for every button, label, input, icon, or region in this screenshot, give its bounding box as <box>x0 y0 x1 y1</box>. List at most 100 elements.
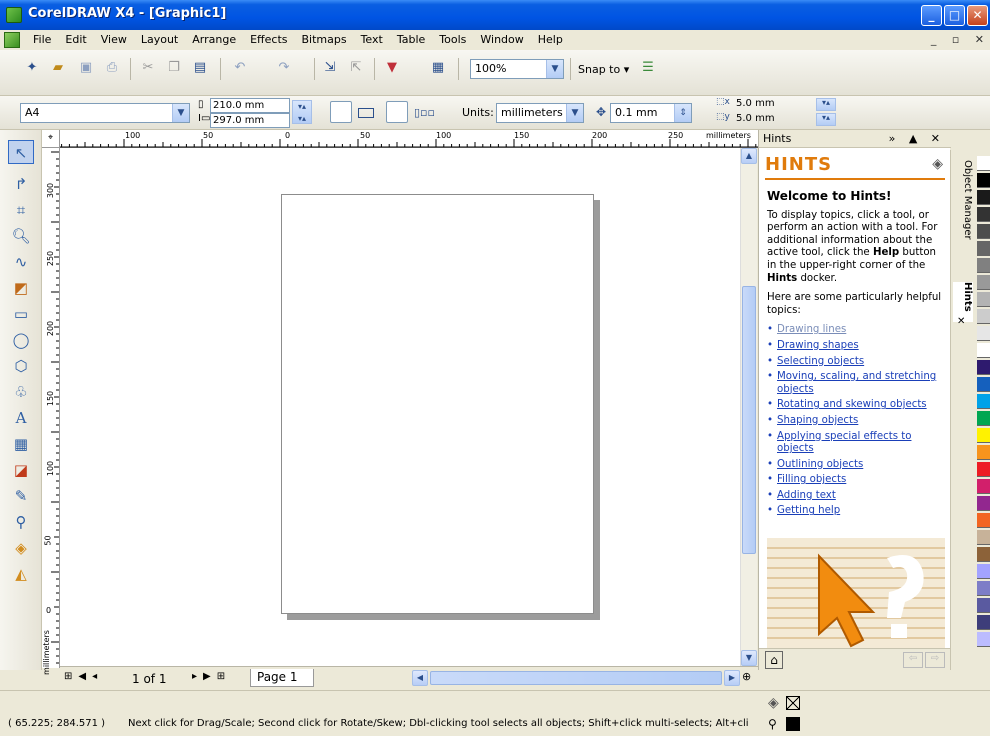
polygon-tool-icon[interactable]: ⬡ <box>8 354 34 378</box>
interactive-blend-tool-icon[interactable]: ◪ <box>8 458 34 482</box>
color-swatch[interactable] <box>977 564 990 579</box>
chevron-down-icon[interactable]: ▼ <box>172 104 189 122</box>
menu-window[interactable]: Window <box>473 33 530 46</box>
rectangle-tool-icon[interactable]: ▭ <box>8 302 34 326</box>
nudge-distance-field[interactable]: 0.1 mm ⇕ <box>610 103 692 123</box>
print-icon[interactable]: ⎙ <box>104 60 120 76</box>
color-swatch[interactable] <box>977 156 990 171</box>
topic-link[interactable]: Filling objects <box>767 474 945 487</box>
basic-shapes-tool-icon[interactable]: ♧ <box>8 380 34 404</box>
eyedropper-tool-icon[interactable]: ✎ <box>8 484 34 508</box>
topic-link[interactable]: Selecting objects <box>767 356 945 369</box>
vertical-scrollbar[interactable]: ▲ ▼ <box>740 148 757 666</box>
color-swatch[interactable] <box>977 360 990 375</box>
topic-link[interactable]: Outlining objects <box>767 459 945 472</box>
home-icon[interactable]: ⌂ <box>765 651 783 669</box>
topic-link[interactable]: Drawing lines <box>767 324 945 337</box>
menu-edit[interactable]: Edit <box>58 33 93 46</box>
zoom-navigator-icon[interactable]: ⊕ <box>742 670 751 683</box>
duplicate-distance-x[interactable]: 5.0 mm <box>734 97 814 112</box>
color-swatch[interactable] <box>977 258 990 273</box>
color-swatch[interactable] <box>977 173 990 188</box>
color-swatch[interactable] <box>977 530 990 545</box>
scroll-up-button[interactable]: ▲ <box>741 148 757 164</box>
menu-file[interactable]: File <box>26 33 58 46</box>
color-swatch[interactable] <box>977 581 990 596</box>
paste-icon[interactable]: ▤ <box>192 60 208 76</box>
import-icon[interactable]: ⇲ <box>322 60 338 76</box>
ruler-origin[interactable]: ⌖ <box>42 130 60 148</box>
next-last-page-buttons[interactable]: ▸▶⊞ <box>192 671 231 682</box>
menu-tools[interactable]: Tools <box>432 33 473 46</box>
close-tab-icon[interactable]: ✕ <box>957 316 965 327</box>
topic-link[interactable]: Getting help <box>767 505 945 518</box>
first-prev-page-buttons[interactable]: ⊞◀◂ <box>64 671 103 682</box>
landscape-icon[interactable] <box>358 108 374 118</box>
menu-bitmaps[interactable]: Bitmaps <box>294 33 353 46</box>
menu-table[interactable]: Table <box>390 33 432 46</box>
vertical-ruler[interactable]: 300 250 200 150 100 50 0 millimeters <box>42 148 60 675</box>
table-tool-icon[interactable]: ▦ <box>8 432 34 456</box>
horizontal-scroll-thumb[interactable] <box>430 671 722 685</box>
minimize-button[interactable]: _ <box>921 5 942 26</box>
duplicate-x-spinner[interactable]: ▾▴ <box>816 98 836 111</box>
topic-link[interactable]: Moving, scaling, and stretching objects <box>767 371 945 396</box>
page-height-field[interactable]: 297.0 mm <box>210 113 290 128</box>
redo-icon[interactable]: ↷ <box>276 60 292 76</box>
outline-indicator-icon[interactable]: ⚲ <box>768 717 777 731</box>
shape-tool-icon[interactable]: ↱ <box>8 172 34 196</box>
snap-to-button[interactable]: Snap to ▾ <box>578 63 629 76</box>
crop-tool-icon[interactable]: ⌗ <box>8 198 34 222</box>
spinner-icon[interactable]: ⇕ <box>674 104 691 122</box>
page-tab[interactable]: Page 1 <box>250 669 314 687</box>
portrait-button[interactable] <box>330 101 352 123</box>
back-icon[interactable]: ⇦ <box>903 652 923 668</box>
outline-color-swatch[interactable] <box>786 717 800 731</box>
no-fill-swatch[interactable] <box>786 696 800 710</box>
smart-fill-tool-icon[interactable]: ◩ <box>8 276 34 300</box>
color-swatch[interactable] <box>977 394 990 409</box>
color-swatch[interactable] <box>977 496 990 511</box>
topic-link[interactable]: Adding text <box>767 490 945 503</box>
zoom-level-select[interactable]: 100% ▼ <box>470 59 564 79</box>
all-pages-button[interactable] <box>386 101 408 123</box>
color-swatch[interactable] <box>977 445 990 460</box>
color-swatch[interactable] <box>977 224 990 239</box>
color-swatch[interactable] <box>977 598 990 613</box>
application-launcher-icon[interactable]: ▼ <box>384 60 400 76</box>
topic-link[interactable]: Drawing shapes <box>767 340 945 353</box>
options-icon[interactable]: ☰ <box>640 60 656 76</box>
color-swatch[interactable] <box>977 377 990 392</box>
open-folder-icon[interactable]: ▰ <box>50 60 66 76</box>
color-swatch[interactable] <box>977 275 990 290</box>
scroll-right-button[interactable]: ▶ <box>724 670 740 686</box>
color-swatch[interactable] <box>977 615 990 630</box>
save-icon[interactable]: ▣ <box>78 60 94 76</box>
object-manager-tab[interactable]: Object Manager <box>953 160 973 260</box>
new-document-icon[interactable]: ✦ <box>24 60 40 76</box>
color-swatch[interactable] <box>977 428 990 443</box>
scroll-left-button[interactable]: ◀ <box>412 670 428 686</box>
topic-link[interactable]: Rotating and skewing objects <box>767 399 945 412</box>
close-button[interactable]: ✕ <box>967 5 988 26</box>
color-swatch[interactable] <box>977 241 990 256</box>
freehand-tool-icon[interactable]: ∿ <box>8 250 34 274</box>
scroll-thumb[interactable] <box>742 286 756 554</box>
document-icon[interactable] <box>4 32 20 48</box>
undo-icon[interactable]: ↶ <box>232 60 248 76</box>
color-swatch[interactable] <box>977 207 990 222</box>
text-tool-icon[interactable]: A <box>8 406 34 430</box>
color-swatch[interactable] <box>977 479 990 494</box>
page-size-spinner[interactable]: ▾▴ ▾▴ <box>292 100 312 124</box>
color-swatch[interactable] <box>977 326 990 341</box>
menu-effects[interactable]: Effects <box>243 33 294 46</box>
fill-tool-icon[interactable]: ◈ <box>8 536 34 560</box>
current-page-icon[interactable]: ▯▫▫ <box>414 106 435 119</box>
color-swatch[interactable] <box>977 632 990 647</box>
topic-link[interactable]: Applying special effects to objects <box>767 431 945 456</box>
outline-tool-icon[interactable]: ⚲ <box>8 510 34 534</box>
menu-help[interactable]: Help <box>531 33 570 46</box>
drawing-page[interactable] <box>281 194 594 614</box>
color-swatch[interactable] <box>977 309 990 324</box>
duplicate-y-spinner[interactable]: ▾▴ <box>816 113 836 126</box>
